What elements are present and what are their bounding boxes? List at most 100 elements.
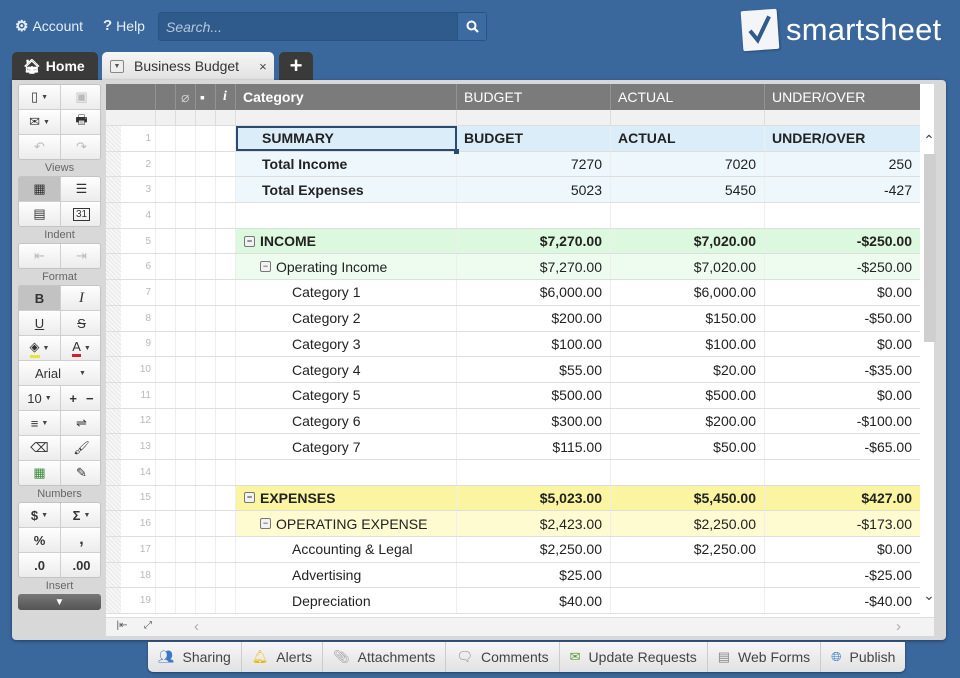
info-cell[interactable] xyxy=(216,280,236,305)
actual-cell[interactable]: $100.00 xyxy=(611,331,765,357)
strikethrough-button[interactable]: S xyxy=(61,311,100,335)
attachment-cell[interactable] xyxy=(176,459,196,485)
under-over-cell[interactable]: -$250.00 xyxy=(765,254,920,280)
decrease-decimal-button[interactable]: .0 xyxy=(19,553,60,577)
table-row[interactable]: 5− INCOME $7,270.00 $7,020.00 -$250.00 xyxy=(106,228,920,255)
budget-cell[interactable]: $40.00 xyxy=(457,588,611,614)
underline-button[interactable]: U xyxy=(19,311,60,335)
table-row[interactable]: 8 Category 2 $200.00 $150.00 -$50.00 xyxy=(106,305,920,332)
category-cell[interactable]: Category 2 xyxy=(236,305,457,331)
scroll-thumb[interactable] xyxy=(924,154,936,342)
budget-cell[interactable] xyxy=(457,203,611,228)
actual-cell[interactable]: $2,250.00 xyxy=(611,537,765,562)
row-action-cell[interactable] xyxy=(156,511,176,536)
row-handle[interactable] xyxy=(106,434,121,459)
row-handle[interactable] xyxy=(106,588,121,614)
increase-decimal-button[interactable]: .00 xyxy=(61,553,100,577)
wrap-text-button[interactable]: ⇌ xyxy=(61,411,100,435)
row-action-cell[interactable] xyxy=(156,151,176,177)
row-handle[interactable] xyxy=(106,382,121,408)
footer-tab-web-forms[interactable]: ▤ Web Forms xyxy=(708,642,822,672)
help-link[interactable]: ? Help xyxy=(103,17,145,34)
category-cell[interactable]: Accounting & Legal xyxy=(236,537,457,562)
table-row[interactable]: 2 Total Income 7270 7020 250 xyxy=(106,151,920,178)
under-over-cell[interactable] xyxy=(765,203,920,228)
info-cell[interactable] xyxy=(216,228,236,254)
fullscreen-icon[interactable]: ⤢ xyxy=(136,620,160,635)
card-view-button[interactable]: ▤ xyxy=(19,202,60,226)
sum-button[interactable]: Σ ▼ xyxy=(61,503,100,527)
under-over-cell[interactable]: -$100.00 xyxy=(765,409,920,434)
attachment-cell[interactable] xyxy=(176,588,196,614)
budget-cell[interactable]: $7,270.00 xyxy=(457,254,611,280)
column-header-budget[interactable]: BUDGET xyxy=(457,84,611,110)
scroll-right-icon[interactable]: › xyxy=(896,618,901,635)
budget-cell[interactable]: $115.00 xyxy=(457,434,611,459)
gantt-view-button[interactable]: ☰ xyxy=(61,177,100,201)
collapse-icon[interactable]: − xyxy=(244,492,255,504)
collapse-icon[interactable]: − xyxy=(260,518,271,530)
table-row[interactable]: 13 Category 7 $115.00 $50.00 -$65.00 xyxy=(106,434,920,460)
row-handle[interactable] xyxy=(106,151,121,177)
search-button[interactable] xyxy=(457,13,486,40)
under-over-cell[interactable]: $0.00 xyxy=(765,383,920,408)
row-handle[interactable] xyxy=(106,126,121,151)
collapse-icon[interactable]: − xyxy=(260,261,271,273)
scroll-left-icon[interactable]: ‹ xyxy=(194,618,199,635)
vertical-scrollbar[interactable]: ⌃ ⌄ xyxy=(920,132,938,603)
table-row[interactable]: 6− Operating Income $7,270.00 $7,020.00 -$25… xyxy=(106,254,920,281)
attachment-cell[interactable] xyxy=(176,203,196,228)
budget-cell[interactable]: $2,423.00 xyxy=(457,511,611,536)
actual-cell[interactable] xyxy=(611,203,765,228)
column-header-under-over[interactable]: UNDER/OVER xyxy=(765,84,920,110)
email-button[interactable]: ✉ ▼ xyxy=(19,110,60,134)
under-over-cell[interactable]: -$35.00 xyxy=(765,357,920,382)
clear-format-button[interactable]: ⌫ xyxy=(19,436,60,460)
actual-cell[interactable]: ACTUAL xyxy=(611,126,765,151)
table-row[interactable]: 3 Total Expenses 5023 5450 -427 xyxy=(106,177,920,204)
bold-button[interactable]: B xyxy=(19,286,60,310)
budget-cell[interactable]: $25.00 xyxy=(457,562,611,588)
comment-cell[interactable] xyxy=(196,459,216,485)
search-input[interactable] xyxy=(159,13,457,40)
text-color-button[interactable]: A ▼ xyxy=(61,336,100,360)
info-cell[interactable] xyxy=(216,537,236,562)
category-cell[interactable]: − OPERATING EXPENSE xyxy=(236,511,457,536)
percent-format-button[interactable]: % xyxy=(19,528,60,552)
print-button[interactable]: 🖶︎ xyxy=(61,110,100,134)
info-cell[interactable] xyxy=(216,177,236,203)
budget-cell[interactable]: $100.00 xyxy=(457,331,611,357)
italic-button[interactable]: I xyxy=(61,286,100,310)
actual-cell[interactable]: 7020 xyxy=(611,151,765,177)
category-cell[interactable]: − EXPENSES xyxy=(236,485,457,511)
category-cell[interactable]: Category 5 xyxy=(236,382,457,408)
row-handle[interactable] xyxy=(106,203,121,228)
under-over-cell[interactable] xyxy=(765,460,920,485)
comment-cell[interactable] xyxy=(196,408,216,434)
conditional-format-button[interactable]: ▦ xyxy=(19,461,60,485)
footer-tab-alerts[interactable]: 🔔︎ Alerts xyxy=(242,642,324,672)
attachment-cell[interactable] xyxy=(176,485,196,511)
budget-cell[interactable]: $6,000.00 xyxy=(457,280,611,305)
table-row[interactable]: 18 Advertising $25.00 -$25.00 xyxy=(106,562,920,589)
row-action-cell[interactable] xyxy=(156,203,176,228)
new-sheet-button[interactable]: ▯ ▼ xyxy=(19,85,60,109)
footer-tab-update-requests[interactable]: ✉ Update Requests xyxy=(560,642,708,672)
tab-menu-dropdown[interactable]: ▼ xyxy=(110,59,124,73)
attachment-cell[interactable] xyxy=(176,280,196,305)
align-button[interactable]: ≡ ▼ xyxy=(19,411,60,435)
attachment-cell[interactable] xyxy=(176,177,196,203)
table-row[interactable]: 9 Category 3 $100.00 $100.00 $0.00 xyxy=(106,331,920,358)
attachment-cell[interactable] xyxy=(176,562,196,588)
attachment-cell[interactable] xyxy=(176,382,196,408)
font-size-select[interactable]: 10 ▼ xyxy=(19,386,60,410)
table-row[interactable]: 11 Category 5 $500.00 $500.00 $0.00 xyxy=(106,382,920,409)
category-cell[interactable]: Category 4 xyxy=(236,357,457,382)
actual-cell[interactable]: $200.00 xyxy=(611,408,765,434)
table-row[interactable]: 16− OPERATING EXPENSE $2,423.00 $2,250.00 -$… xyxy=(106,511,920,537)
row-handle[interactable] xyxy=(106,357,121,382)
footer-tab-publish[interactable]: 🌐︎ Publish xyxy=(821,642,905,672)
indent-button[interactable]: ⇥ xyxy=(61,244,100,268)
category-cell[interactable]: SUMMARY xyxy=(236,126,459,154)
comment-cell[interactable] xyxy=(196,126,216,151)
